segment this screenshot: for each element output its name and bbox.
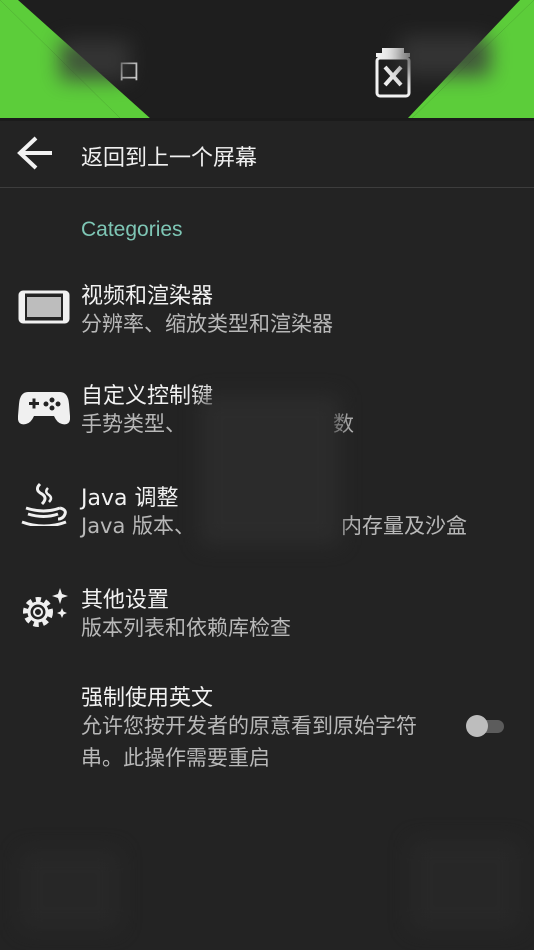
- gamepad-icon: [18, 392, 70, 425]
- pref-title: 自定义控制键: [81, 384, 214, 409]
- pref-summary: 分辨率、缩放类型和渲染器: [81, 312, 333, 336]
- blur-artifact: [20, 850, 120, 930]
- pref-title: 强制使用英文: [81, 686, 214, 711]
- settings-screen: 口 返回到上一个屏幕 Categories: [0, 0, 534, 950]
- gear-sparkle-icon: [23, 588, 68, 627]
- force-english-toggle[interactable]: [466, 715, 506, 737]
- blur-artifact: [400, 36, 490, 76]
- pref-summary: 允许您按开发者的原意看到原始字符串。此操作需要重启: [81, 714, 417, 770]
- pref-force-english[interactable]: 强制使用英文 允许您按开发者的原意看到原始字符串。此操作需要重启: [0, 678, 534, 778]
- pref-summary-left: Java 版本、: [81, 514, 196, 538]
- pref-summary: 版本列表和依赖库检查: [81, 616, 291, 640]
- blur-artifact: [410, 840, 520, 930]
- pref-video-renderer[interactable]: 视频和渲染器 分辨率、缩放类型和渲染器: [0, 270, 534, 360]
- toggle-thumb: [466, 715, 488, 737]
- back-row[interactable]: 返回到上一个屏幕: [0, 121, 534, 187]
- pref-other-settings[interactable]: 其他设置 版本列表和依赖库检查: [0, 576, 534, 666]
- pref-title: 其他设置: [81, 588, 170, 613]
- back-divider: [0, 187, 534, 188]
- pref-title: Java 调整: [81, 486, 179, 511]
- pref-title: 视频和渲染器: [81, 284, 214, 309]
- screen-icon: [18, 290, 70, 324]
- back-label: 返回到上一个屏幕: [81, 146, 258, 171]
- blur-artifact: [200, 395, 340, 545]
- top-banner: 口: [0, 0, 534, 120]
- blur-artifact: [60, 40, 130, 80]
- java-cup-icon: [21, 482, 67, 526]
- section-header: Categories: [81, 218, 183, 241]
- back-arrow-icon[interactable]: [16, 135, 54, 171]
- pref-summary-right: 内存量及沙盒: [341, 514, 467, 538]
- pref-summary-left: 手势类型、: [81, 412, 186, 436]
